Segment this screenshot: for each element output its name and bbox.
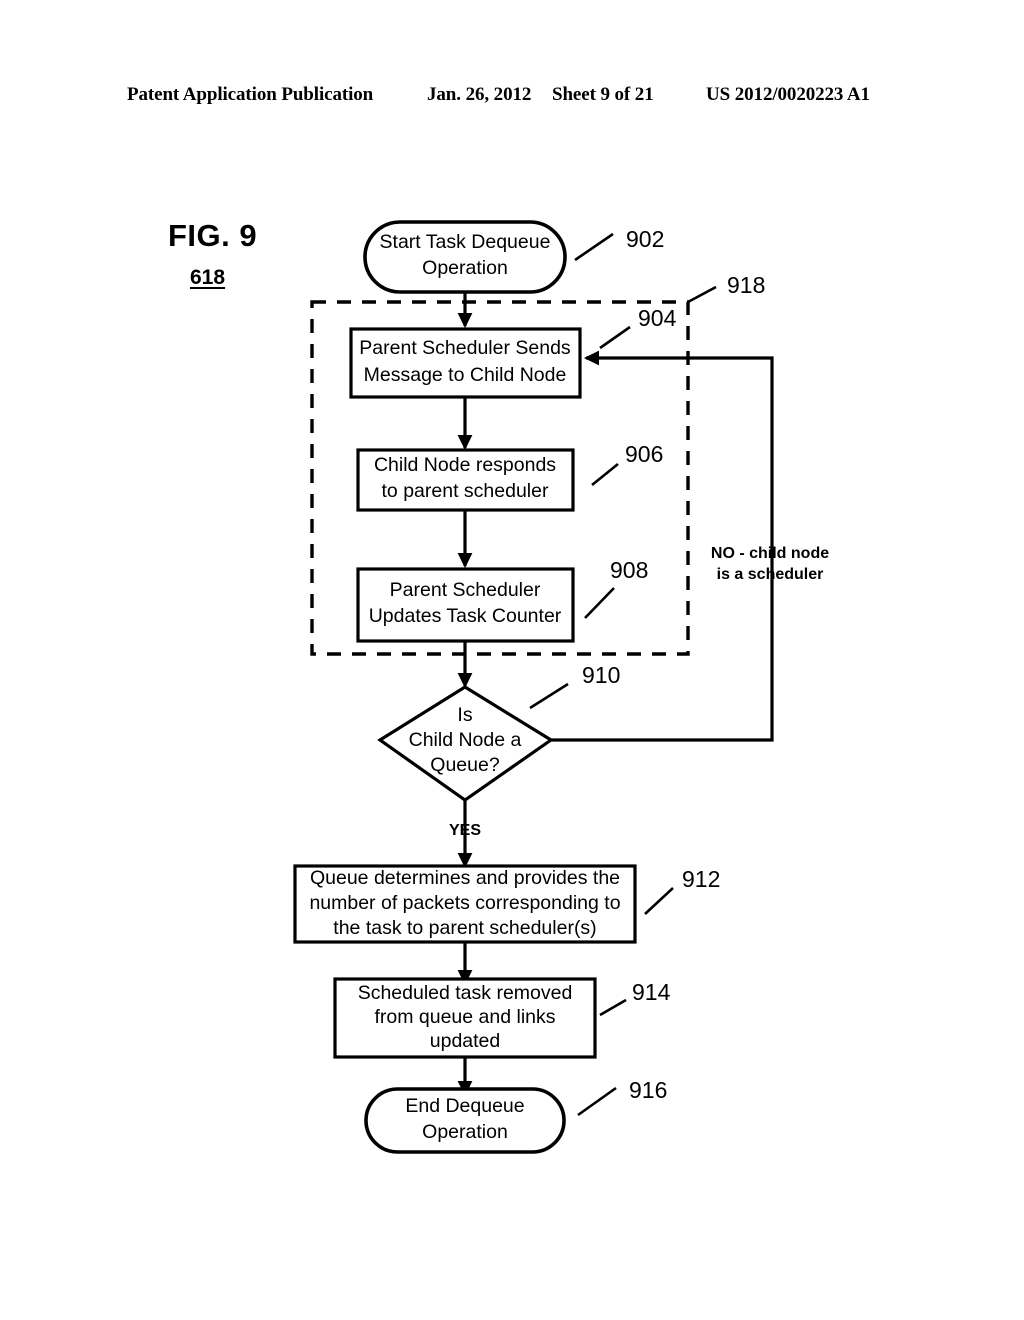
branch-label-yes: YES — [449, 822, 481, 839]
node-child-responds-line-2: to parent scheduler — [382, 480, 549, 502]
node-send-message-line-1: Parent Scheduler Sends — [359, 337, 571, 359]
node-end-line-1: End Dequeue — [405, 1095, 524, 1117]
node-queue-provides-line-1: Queue determines and provides the — [310, 867, 620, 889]
leader-line-902 — [574, 232, 614, 262]
node-update-counter-line-2: Updates Task Counter — [369, 605, 562, 627]
node-is-queue-line-1: Is — [457, 704, 472, 726]
node-is-queue-line-2: Child Node a — [409, 729, 522, 751]
ref-number-902: 902 — [626, 226, 664, 252]
node-task-removed-line-2: from queue and links — [374, 1006, 555, 1028]
ref-number-918: 918 — [727, 272, 765, 298]
flowchart-diagram: Start Task Dequeue Operation Parent Sche… — [293, 220, 829, 1154]
leader-line-904 — [599, 325, 631, 350]
ref-number-906: 906 — [625, 441, 663, 467]
leader-line-916 — [577, 1086, 617, 1117]
node-queue-provides-line-3: the task to parent scheduler(s) — [333, 917, 596, 939]
node-is-queue-line-3: Queue? — [430, 754, 500, 776]
ref-number-912: 912 — [682, 866, 720, 892]
ref-number-904: 904 — [638, 305, 677, 331]
leader-line-912 — [644, 887, 674, 915]
node-queue-provides-line-2: number of packets corresponding to — [309, 892, 620, 914]
node-update-counter-line-1: Parent Scheduler — [390, 579, 541, 601]
ref-number-910: 910 — [582, 662, 620, 688]
branch-label-no-line-1: NO - child node — [711, 545, 829, 562]
node-child-responds-line-1: Child Node responds — [374, 454, 556, 476]
leader-line-908 — [584, 587, 615, 619]
branch-label-no-line-2: is a scheduler — [717, 566, 824, 583]
leader-line-906 — [591, 462, 619, 487]
leader-line-914 — [599, 998, 627, 1017]
leader-line-918 — [687, 285, 717, 304]
node-end-line-2: Operation — [422, 1121, 508, 1143]
ref-number-914: 914 — [632, 979, 671, 1005]
ref-number-916: 916 — [629, 1077, 667, 1103]
node-start-line-2: Operation — [422, 257, 508, 279]
node-task-removed-line-1: Scheduled task removed — [358, 982, 573, 1004]
leader-line-910 — [529, 682, 569, 710]
node-task-removed-line-3: updated — [430, 1030, 501, 1052]
node-start-line-1: Start Task Dequeue — [380, 231, 551, 253]
node-send-message-line-2: Message to Child Node — [364, 364, 567, 386]
ref-number-908: 908 — [610, 557, 648, 583]
